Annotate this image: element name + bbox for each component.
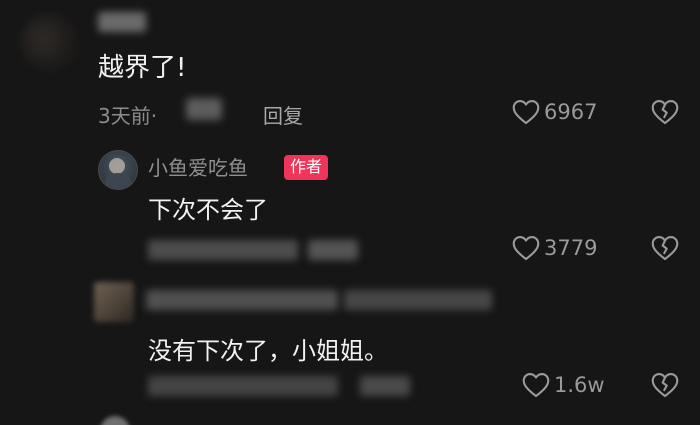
dislike-button[interactable] xyxy=(651,372,679,398)
comment-text: 下次不会了 xyxy=(148,196,268,224)
like-count: 3779 xyxy=(544,236,598,260)
comment-text: 没有下次了，小姐姐。 xyxy=(148,337,388,365)
broken-heart-icon xyxy=(651,372,679,398)
like-count: 6967 xyxy=(544,100,598,124)
heart-outline-icon xyxy=(512,235,540,261)
author-avatar[interactable] xyxy=(98,150,138,190)
location-redacted xyxy=(186,98,222,120)
avatar[interactable] xyxy=(94,282,134,322)
meta-redacted xyxy=(308,240,358,260)
reply-button[interactable]: 回复 xyxy=(263,100,303,129)
broken-heart-icon xyxy=(651,235,679,261)
dislike-button[interactable] xyxy=(651,99,679,125)
heart-outline-icon xyxy=(512,99,540,125)
dislike-button[interactable] xyxy=(651,235,679,261)
heart-outline-icon xyxy=(522,372,550,398)
like-count: 1.6w xyxy=(554,373,605,397)
avatar[interactable] xyxy=(100,416,130,425)
comment-time: 3天前· xyxy=(98,104,158,128)
like-button[interactable]: 1.6w xyxy=(522,372,605,398)
author-badge: 作者 xyxy=(284,155,329,180)
username-redacted[interactable] xyxy=(146,290,338,310)
meta-redacted xyxy=(148,376,338,396)
broken-heart-icon xyxy=(651,99,679,125)
avatar[interactable] xyxy=(20,12,80,72)
username-redacted[interactable] xyxy=(344,290,492,310)
username-redacted[interactable] xyxy=(98,12,146,32)
comment-thread: 越界了! 3天前· 回复 6967 小鱼爱吃鱼 作者 下次不会了 3779 没有… xyxy=(0,0,700,425)
meta-redacted xyxy=(360,376,410,396)
author-username[interactable]: 小鱼爱吃鱼 xyxy=(148,152,248,181)
like-button[interactable]: 3779 xyxy=(512,235,597,261)
meta-redacted xyxy=(148,240,298,260)
like-button[interactable]: 6967 xyxy=(512,99,597,125)
comment-text: 越界了! xyxy=(98,53,187,83)
